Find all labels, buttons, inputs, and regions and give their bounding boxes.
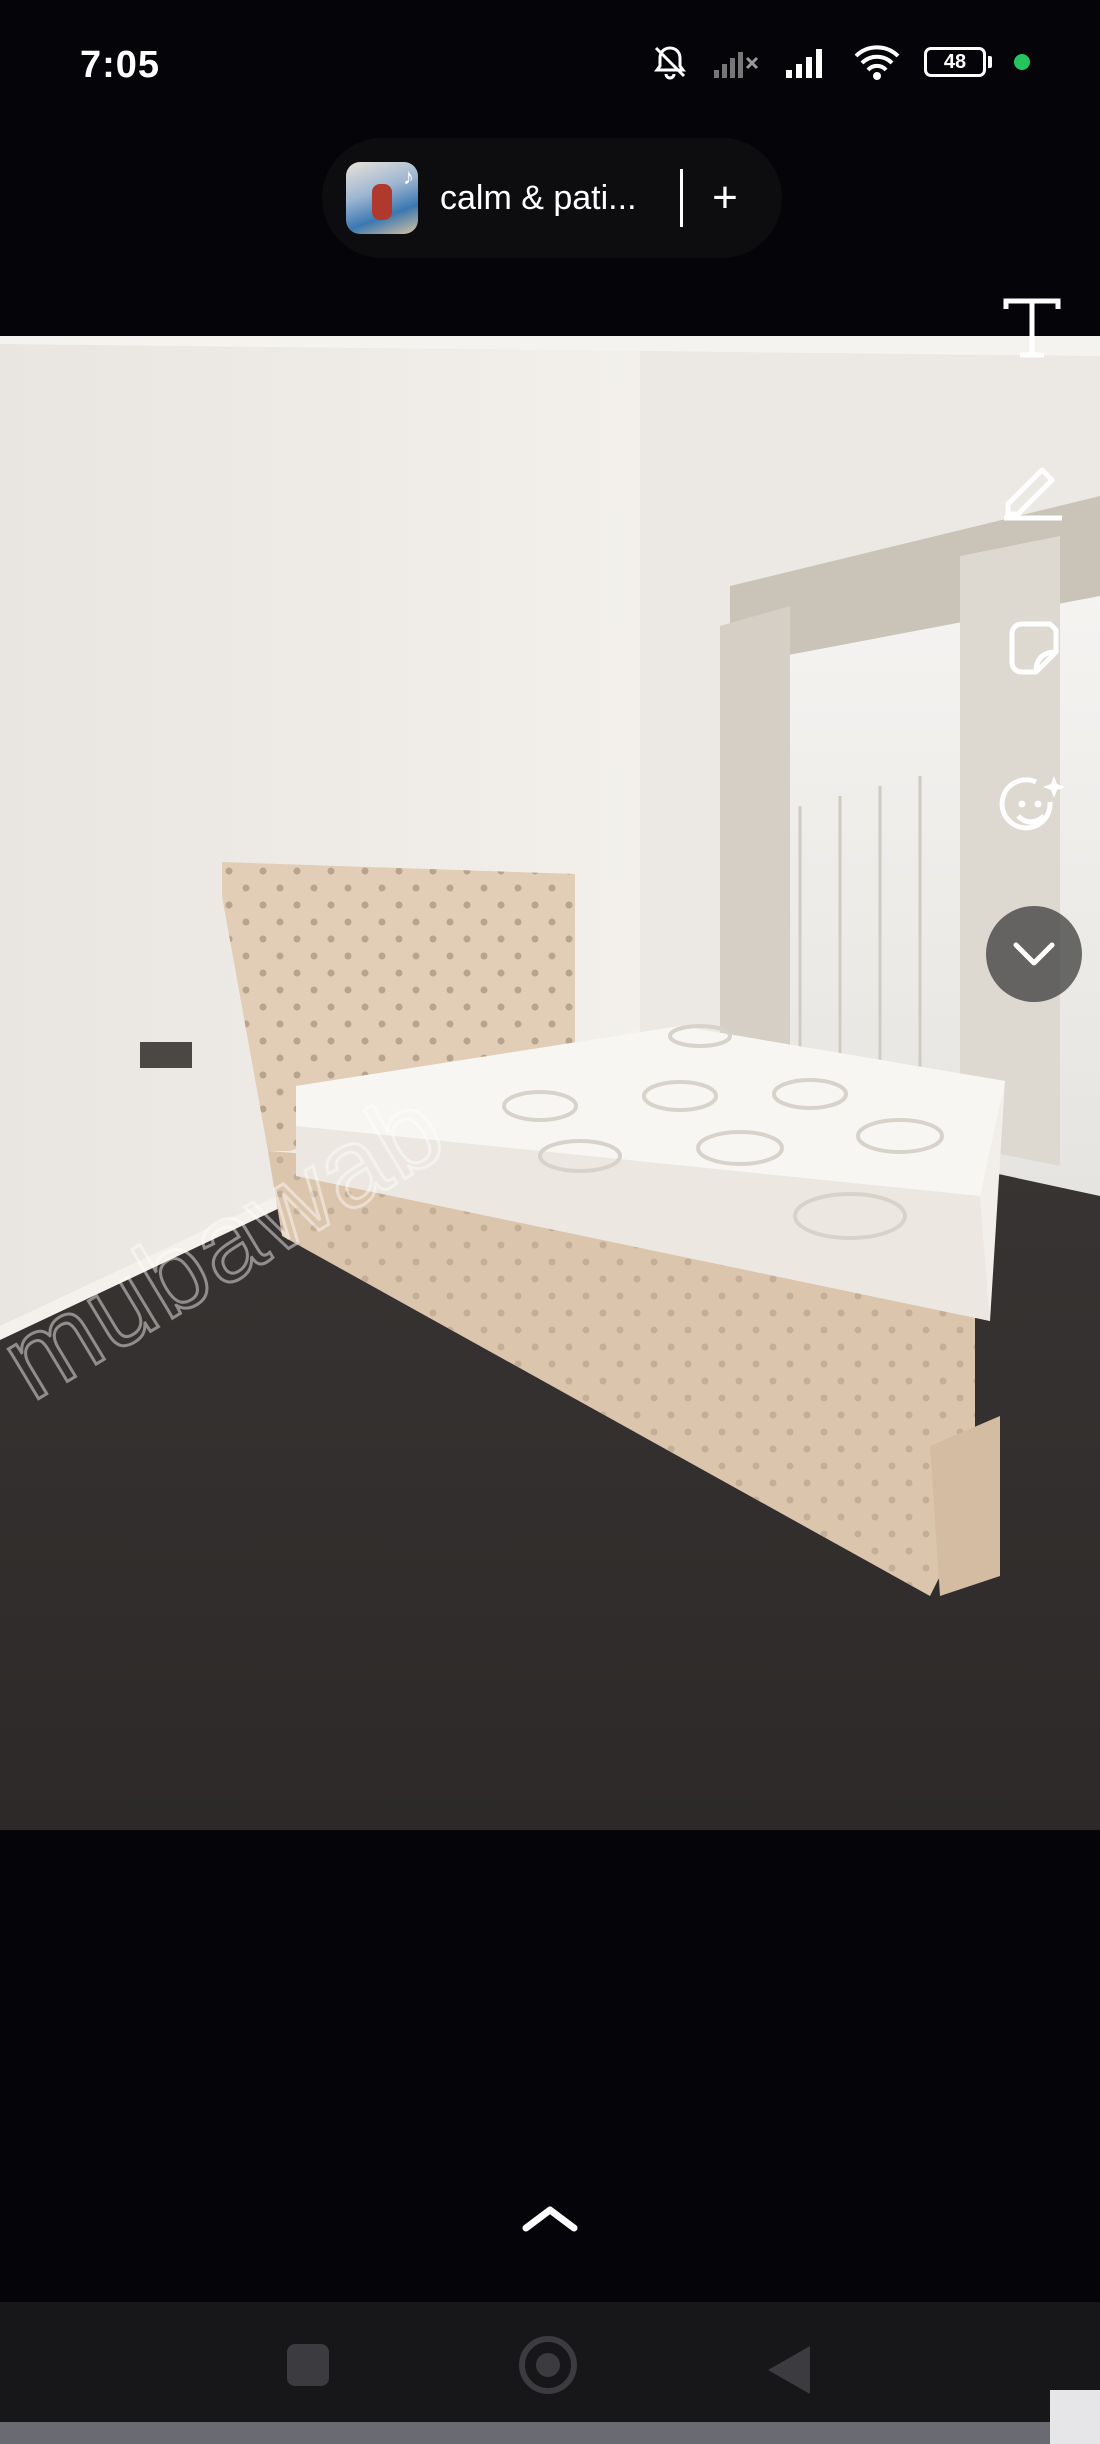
bottom-strip	[0, 2422, 1100, 2444]
sticker-icon	[1009, 621, 1059, 675]
recents-button[interactable]	[287, 2344, 329, 2386]
battery-icon: 48	[924, 47, 992, 77]
sticker-tool-button[interactable]	[996, 612, 1068, 684]
chevron-up-icon	[522, 2206, 578, 2232]
signal-no-service-icon	[712, 44, 760, 80]
music-title[interactable]: calm & pati...	[440, 179, 672, 218]
home-button[interactable]	[519, 2336, 577, 2394]
text-icon	[1003, 298, 1061, 358]
chevron-down-icon	[1013, 942, 1055, 966]
collapse-tools-button[interactable]	[986, 906, 1082, 1002]
status-time: 7:05	[80, 44, 161, 86]
pill-divider	[680, 169, 683, 227]
status-icons: 48	[650, 42, 1030, 82]
signal-icon	[782, 44, 830, 80]
battery-level: 48	[924, 47, 986, 77]
album-art[interactable]: ♪	[346, 162, 418, 234]
status-bar: 7:05 48	[0, 0, 1100, 140]
sparkle-smile-icon	[999, 776, 1065, 831]
draw-tool-button[interactable]	[996, 452, 1068, 524]
effects-tool-button[interactable]	[996, 772, 1068, 844]
text-tool-button[interactable]	[996, 292, 1068, 364]
notifications-off-icon	[650, 42, 690, 82]
privacy-indicator-dot	[1014, 54, 1030, 70]
music-selector-pill[interactable]: ♪ calm & pati... +	[322, 138, 782, 258]
wifi-icon	[852, 43, 902, 81]
corner-overlay	[1050, 2390, 1100, 2444]
expand-caret-button[interactable]	[514, 2196, 586, 2240]
back-button[interactable]	[768, 2346, 810, 2394]
music-note-icon: ♪	[403, 164, 414, 189]
story-photo[interactable]: mubawab	[0, 336, 1100, 1830]
add-music-button[interactable]: +	[695, 168, 755, 228]
pencil-icon	[1004, 467, 1062, 521]
